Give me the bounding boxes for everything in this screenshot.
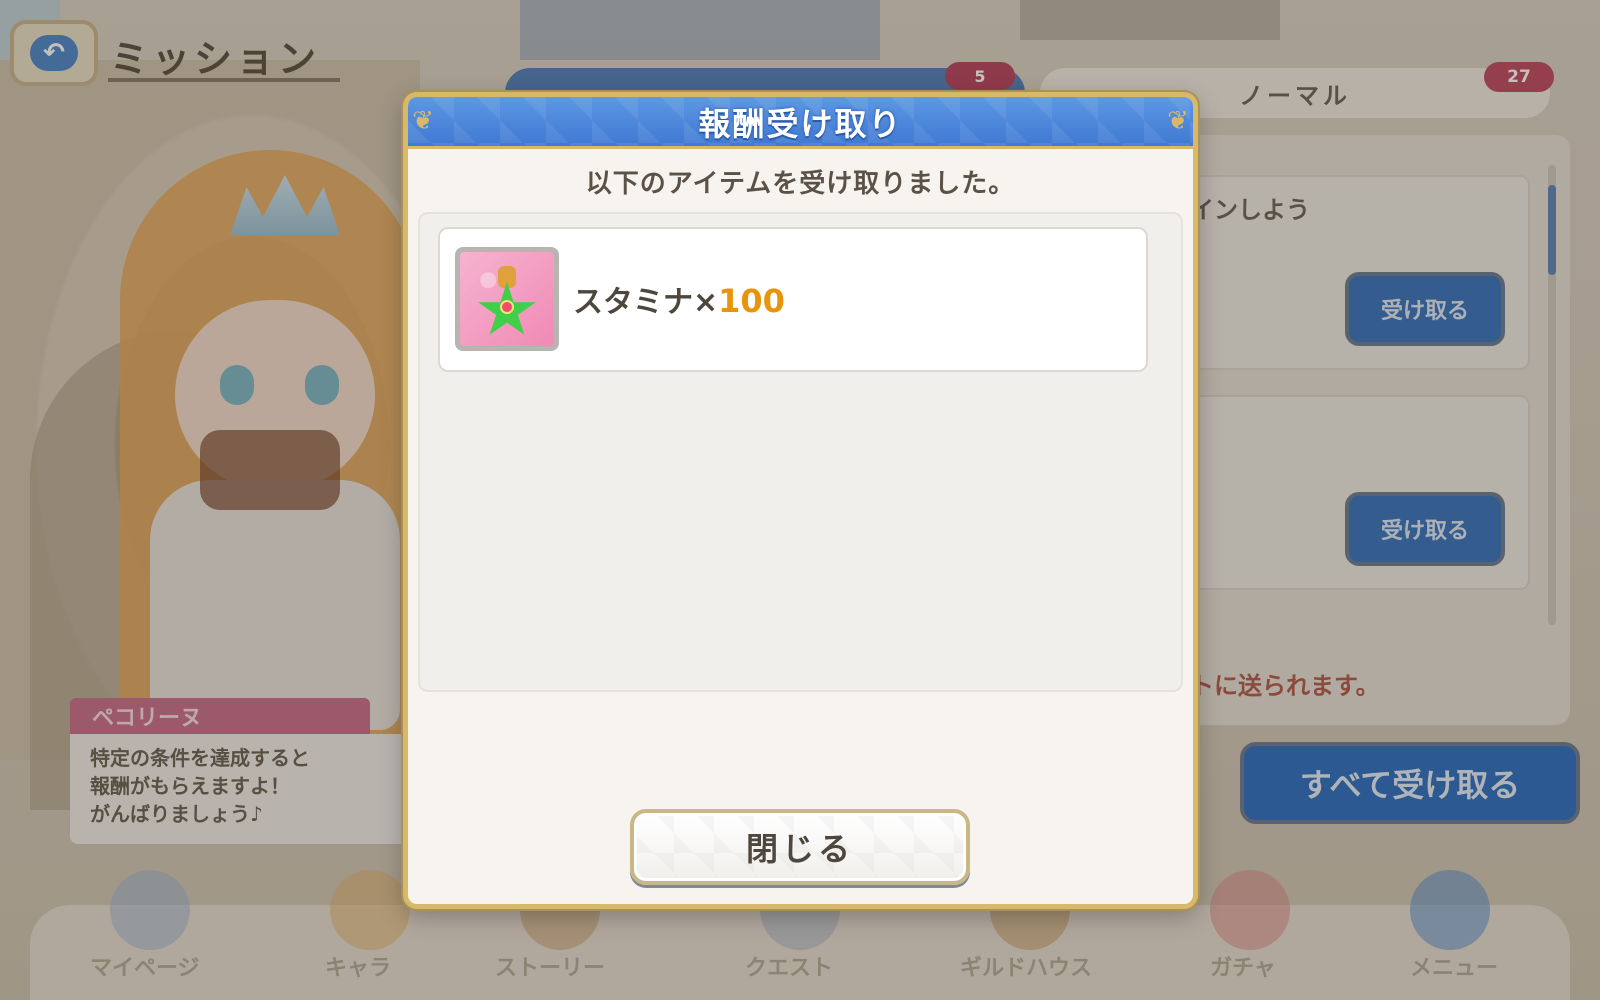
potion-heart <box>500 300 514 314</box>
item-quantity: 100 <box>718 282 785 320</box>
dialog-message: 以下のアイテムを受け取りました。 <box>585 169 1016 199</box>
ornament-left-icon: ❦ <box>412 106 434 136</box>
item-icon-frame <box>455 247 559 351</box>
stamina-potion-icon <box>460 252 554 346</box>
dialog-header: ❦ 報酬受け取り ❦ <box>408 97 1193 149</box>
reward-dialog: ❦ 報酬受け取り ❦ 以下のアイテムを受け取りました。 スタミナ×100 閉じる <box>403 92 1198 909</box>
close-button[interactable]: 閉じる <box>630 809 970 885</box>
item-label: スタミナ× <box>573 285 719 320</box>
dialog-title: 報酬受け取り <box>698 104 903 143</box>
reward-item-name: スタミナ×100 <box>573 277 785 321</box>
ornament-right-icon: ❦ <box>1167 106 1189 136</box>
